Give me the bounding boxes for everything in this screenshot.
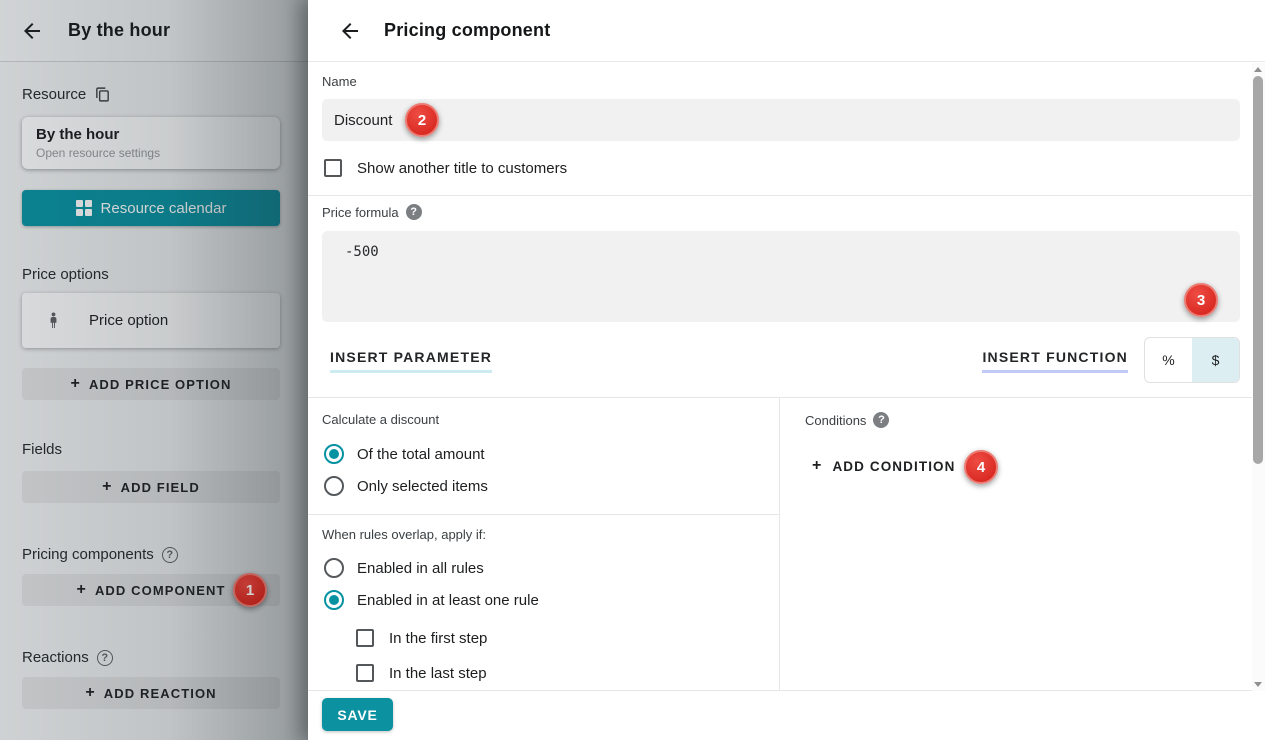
resource-calendar-button[interactable]: Resource calendar xyxy=(22,190,280,226)
plus-icon: + xyxy=(85,685,95,701)
plus-icon: + xyxy=(76,582,86,598)
radio-icon[interactable] xyxy=(324,444,344,464)
formula-label: Price formula xyxy=(322,205,399,220)
radio-label: Of the total amount xyxy=(357,446,485,463)
percent-toggle-button[interactable]: % xyxy=(1145,338,1192,382)
radio-row-total-amount[interactable]: Of the total amount xyxy=(324,444,485,464)
tour-step-badge-4: 4 xyxy=(964,450,998,484)
checkbox-label: In the first step xyxy=(389,630,487,647)
divider xyxy=(308,690,1265,691)
conditions-label-row: Conditions ? xyxy=(805,412,889,428)
radio-row-at-least-one-rule[interactable]: Enabled in at least one rule xyxy=(324,590,539,610)
add-price-option-button[interactable]: + ADD PRICE OPTION xyxy=(22,368,280,400)
help-icon[interactable]: ? xyxy=(162,547,178,563)
insert-function-button[interactable]: INSERT FUNCTION xyxy=(982,349,1128,373)
radio-label: Only selected items xyxy=(357,478,488,495)
back-arrow-icon[interactable] xyxy=(338,19,362,43)
sidebar-header: By the hour xyxy=(0,0,308,62)
formula-textarea[interactable]: -500 xyxy=(322,231,1240,322)
back-arrow-icon[interactable] xyxy=(20,19,44,43)
add-price-option-label: ADD PRICE OPTION xyxy=(89,377,232,392)
help-icon[interactable]: ? xyxy=(873,412,889,428)
radio-icon[interactable] xyxy=(324,558,344,578)
tour-step-badge-3: 3 xyxy=(1184,283,1218,317)
price-options-label: Price options xyxy=(22,266,109,283)
copy-icon[interactable] xyxy=(94,86,111,103)
divider xyxy=(308,514,779,515)
checkbox-icon[interactable] xyxy=(356,664,374,682)
show-title-checkbox-row[interactable]: Show another title to customers xyxy=(324,159,567,177)
divider xyxy=(308,195,1265,196)
checkbox-label: In the last step xyxy=(389,665,487,682)
radio-label: Enabled in at least one rule xyxy=(357,592,539,609)
pricing-components-header: Pricing components ? xyxy=(22,546,178,563)
help-icon[interactable]: ? xyxy=(406,204,422,220)
price-option-card[interactable]: Price option xyxy=(22,293,280,348)
scroll-down-arrow-icon[interactable] xyxy=(1254,682,1262,687)
price-option-label: Price option xyxy=(89,312,168,329)
add-reaction-button[interactable]: + ADD REACTION xyxy=(22,677,280,709)
pricing-components-label: Pricing components xyxy=(22,546,154,563)
tour-step-badge-1: 1 xyxy=(233,573,267,607)
plus-icon: + xyxy=(812,458,822,474)
panel-header: Pricing component xyxy=(308,0,1265,62)
add-component-label: ADD COMPONENT xyxy=(95,583,226,598)
price-options-header: Price options xyxy=(22,266,109,283)
plus-icon: + xyxy=(70,376,80,392)
conditions-label: Conditions xyxy=(805,413,866,428)
checkbox-row-first-step[interactable]: In the first step xyxy=(356,629,487,647)
radio-icon[interactable] xyxy=(324,476,344,496)
tour-step-badge-2: 2 xyxy=(405,103,439,137)
plus-icon: + xyxy=(102,479,112,495)
resource-section-header: Resource xyxy=(22,86,111,103)
resource-card[interactable]: By the hour Open resource settings xyxy=(22,117,280,169)
name-field-label: Name xyxy=(322,74,357,89)
pricing-component-panel: Pricing component Name 2 Show another ti… xyxy=(308,0,1265,740)
add-reaction-label: ADD REACTION xyxy=(104,686,217,701)
add-condition-button[interactable]: + ADD CONDITION xyxy=(812,458,956,474)
show-title-checkbox-label: Show another title to customers xyxy=(357,160,567,177)
checkbox-row-last-step[interactable]: In the last step xyxy=(356,664,487,682)
vertical-divider xyxy=(779,397,780,690)
checkbox-icon[interactable] xyxy=(356,629,374,647)
dollar-toggle-button[interactable]: $ xyxy=(1192,338,1239,382)
scroll-up-arrow-icon[interactable] xyxy=(1254,67,1262,72)
help-icon[interactable]: ? xyxy=(97,650,113,666)
radio-label: Enabled in all rules xyxy=(357,560,484,577)
overlap-group-label: When rules overlap, apply if: xyxy=(322,527,486,542)
save-button[interactable]: SAVE xyxy=(322,698,393,731)
add-field-label: ADD FIELD xyxy=(121,480,200,495)
discount-group-label: Calculate a discount xyxy=(322,412,439,427)
fields-label: Fields xyxy=(22,441,62,458)
panel-title: Pricing component xyxy=(384,20,550,41)
radio-row-selected-items[interactable]: Only selected items xyxy=(324,476,488,496)
resource-card-subtitle: Open resource settings xyxy=(36,146,266,160)
fields-header: Fields xyxy=(22,441,62,458)
add-field-button[interactable]: + ADD FIELD xyxy=(22,471,280,503)
radio-row-all-rules[interactable]: Enabled in all rules xyxy=(324,558,484,578)
scrollbar-thumb[interactable] xyxy=(1253,76,1263,464)
checkbox-icon[interactable] xyxy=(324,159,342,177)
resource-calendar-label: Resource calendar xyxy=(101,200,227,217)
divider xyxy=(308,397,1265,398)
sidebar: By the hour Resource By the hour Open re… xyxy=(0,0,308,740)
app-window: By the hour Resource By the hour Open re… xyxy=(0,0,1265,740)
person-icon xyxy=(44,311,63,330)
sidebar-title: By the hour xyxy=(68,20,170,41)
scrollbar[interactable] xyxy=(1252,63,1265,691)
name-input[interactable] xyxy=(322,99,1240,141)
insert-parameter-button[interactable]: INSERT PARAMETER xyxy=(330,349,492,373)
reactions-header: Reactions ? xyxy=(22,649,113,666)
resource-label: Resource xyxy=(22,86,86,103)
add-condition-label: ADD CONDITION xyxy=(832,459,955,474)
grid-icon xyxy=(76,200,92,216)
reactions-label: Reactions xyxy=(22,649,89,666)
resource-card-title: By the hour xyxy=(36,126,266,143)
formula-label-row: Price formula ? xyxy=(322,204,422,220)
radio-icon[interactable] xyxy=(324,590,344,610)
unit-toggle-group: % $ xyxy=(1144,337,1240,383)
